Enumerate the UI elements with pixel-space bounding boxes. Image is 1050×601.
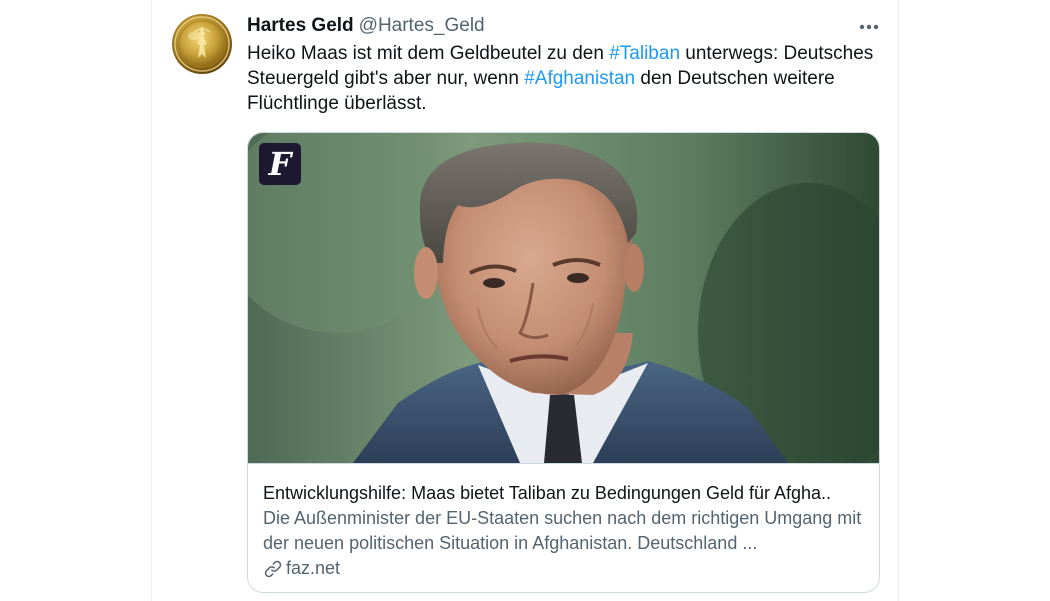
tweet-header: Hartes Geld @Hartes_Geld — [247, 15, 485, 39]
more-horizontal-icon — [859, 24, 879, 30]
card-body: Entwicklungshilfe: Maas bietet Taliban z… — [248, 464, 879, 581]
link-icon — [264, 560, 282, 577]
link-preview-card[interactable]: F Entwicklungshilfe: Maas bietet Taliban… — [247, 132, 880, 593]
author-handle[interactable]: @Hartes_Geld — [359, 15, 485, 37]
card-domain-text: faz.net — [286, 558, 341, 578]
card-domain: faz.net — [263, 556, 864, 581]
portrait-photo — [248, 133, 879, 463]
card-description: Die Außenminister der EU-Staaten suchen … — [263, 508, 862, 553]
author-display-name[interactable]: Hartes Geld — [247, 15, 354, 37]
more-options-button[interactable] — [854, 14, 884, 40]
tweet-page: Hartes Geld @Hartes_Geld Heiko Maas ist … — [0, 0, 1050, 601]
tweet-text-part: Heiko Maas ist mit dem Geldbeutel zu den — [247, 43, 610, 64]
avatar[interactable] — [172, 14, 232, 74]
faz-logo-icon: F — [259, 143, 301, 185]
tweet-text: Heiko Maas ist mit dem Geldbeutel zu den… — [247, 41, 887, 116]
hashtag-afghanistan-link[interactable]: #Afghanistan — [524, 68, 635, 89]
card-image: F — [248, 133, 879, 464]
hashtag-taliban-link[interactable]: #Taliban — [609, 43, 680, 64]
card-title: Entwicklungshilfe: Maas bietet Taliban z… — [263, 483, 832, 503]
gold-coin-avatar-icon — [174, 16, 230, 72]
